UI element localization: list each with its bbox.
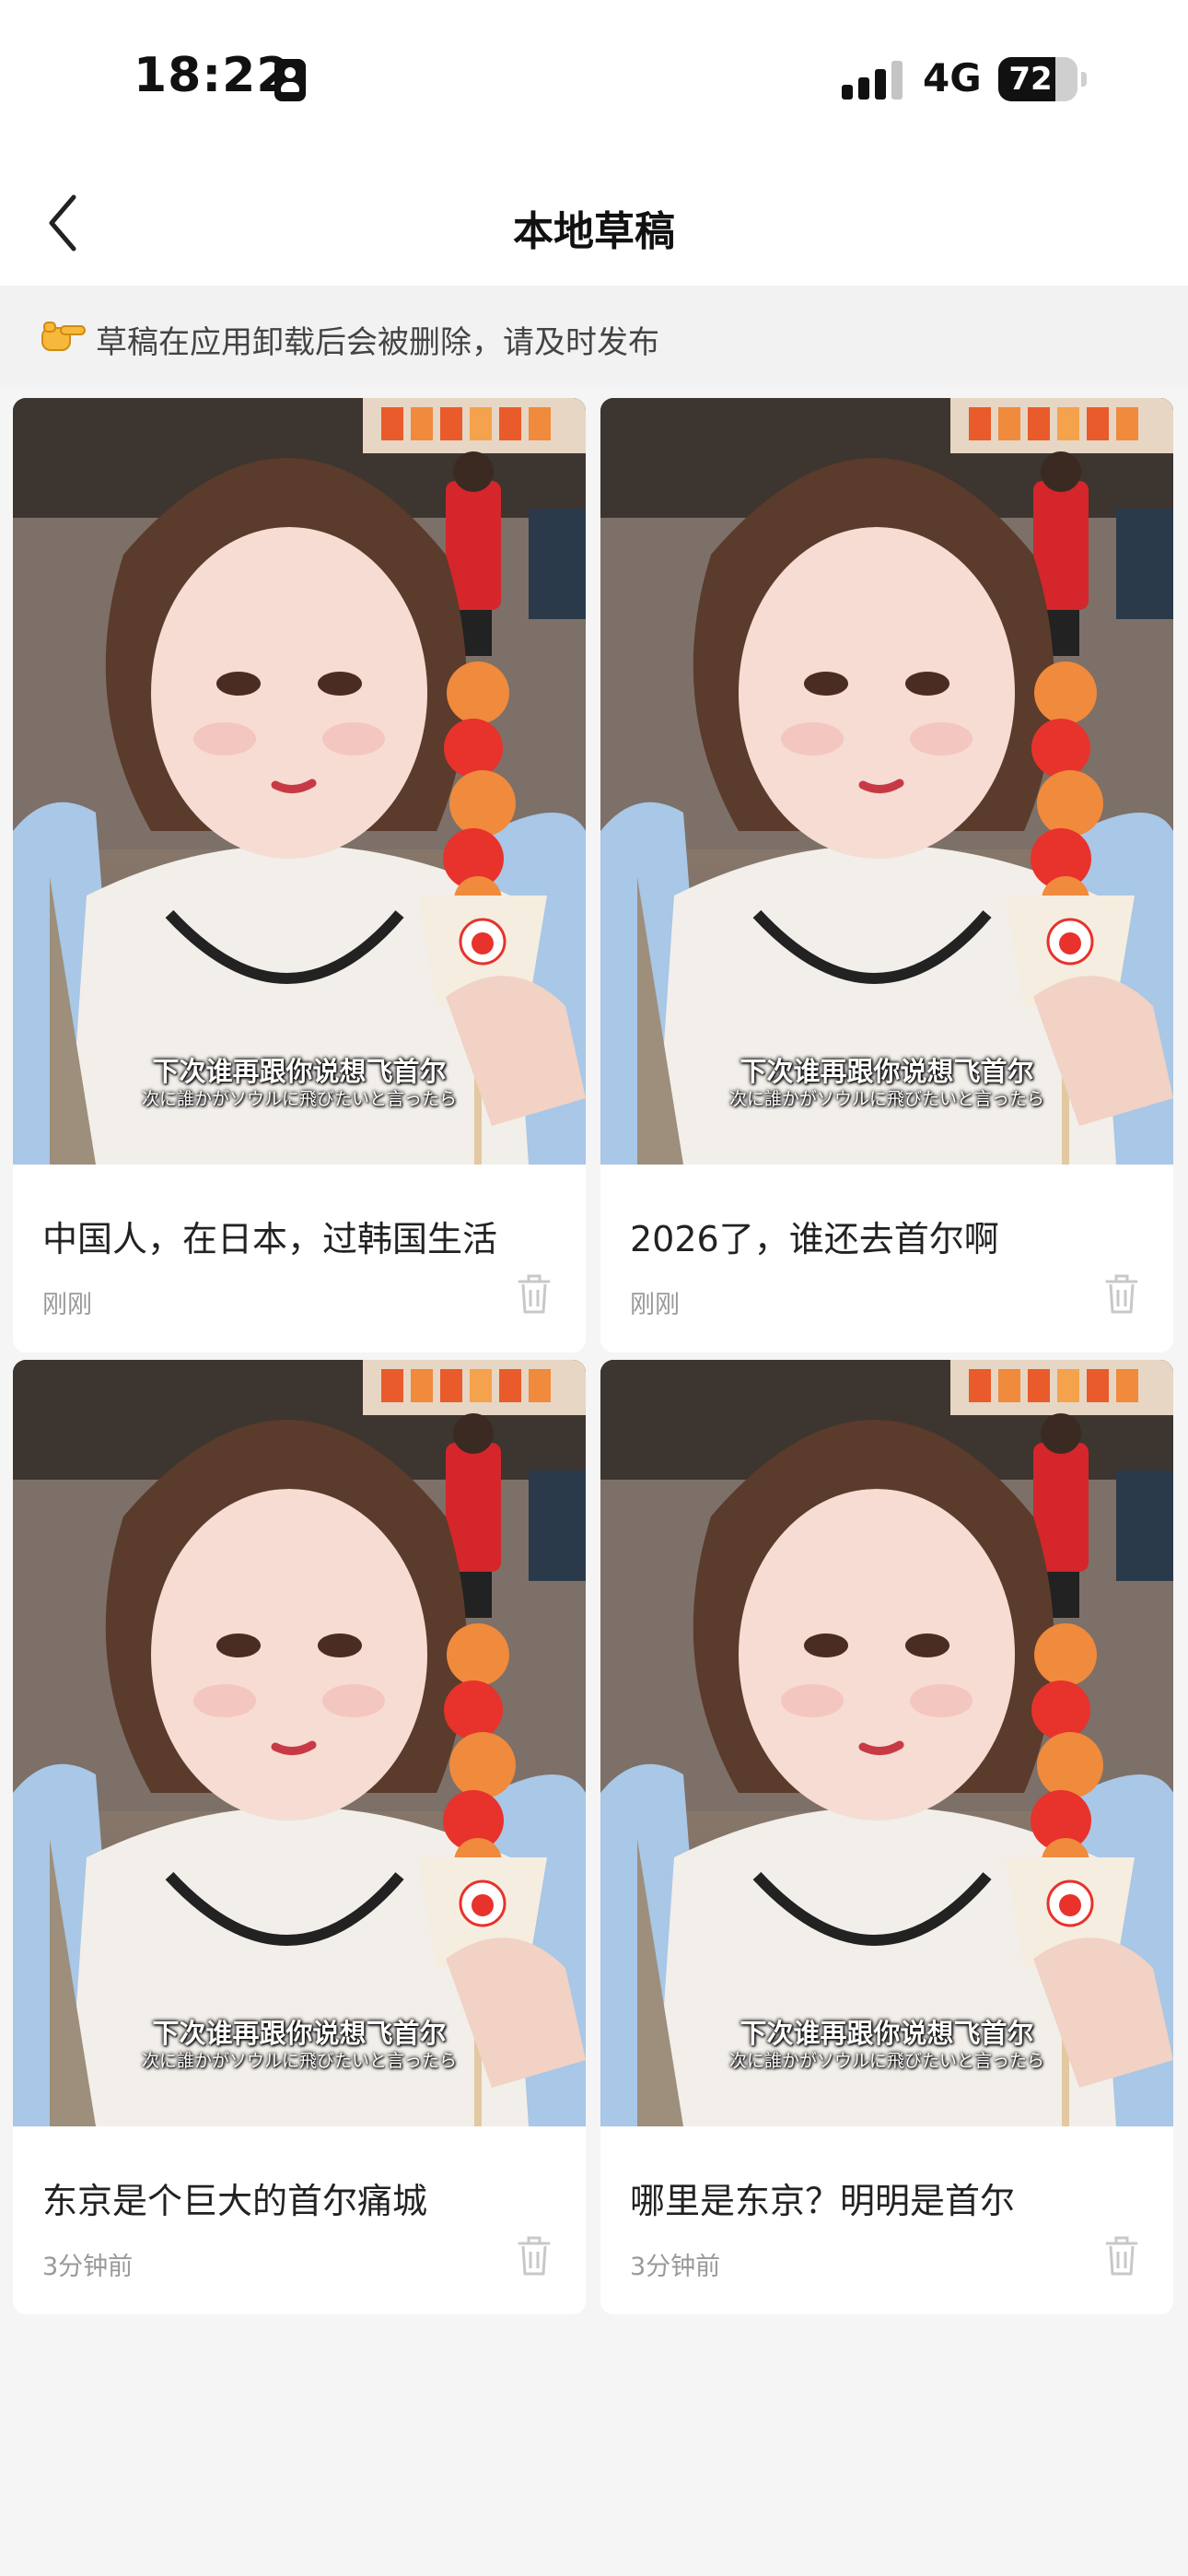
video-caption-jp: 次に誰かがソウルに飛びたいと言ったら	[728, 1089, 1044, 1109]
video-caption-jp: 次に誰かがソウルに飛びたいと言ったら	[141, 1089, 457, 1109]
trash-icon[interactable]	[1103, 1273, 1140, 1316]
draft-title: 东京是个巨大的首尔痛城	[42, 2181, 428, 2221]
video-caption-jp: 次に誰かがソウルに飛びたいと言ったら	[141, 2051, 457, 2071]
trash-icon[interactable]	[1103, 2235, 1140, 2277]
draft-time: 刚刚	[42, 1291, 92, 1319]
trash-icon[interactable]	[516, 1273, 553, 1316]
drafts-grid: 下次谁再跟你说想飞首尔 次に誰かがソウルに飛びたいと言ったら 中国人，在日本，过…	[0, 0, 1188, 2576]
draft-title: 中国人，在日本，过韩国生活	[42, 1219, 498, 1259]
draft-title: 哪里是东京？明明是首尔	[630, 2181, 1016, 2221]
draft-card[interactable]: 下次谁再跟你说想飞首尔 次に誰かがソウルに飛びたいと言ったら 哪里是东京？明明是…	[600, 1360, 1173, 2314]
draft-thumbnail[interactable]: 下次谁再跟你说想飞首尔 次に誰かがソウルに飛びたいと言ったら	[13, 398, 586, 1165]
draft-time: 3分钟前	[630, 2253, 721, 2281]
video-caption-cn: 下次谁再跟你说想飞首尔	[152, 2018, 447, 2049]
draft-time: 刚刚	[630, 1291, 680, 1319]
video-caption-jp: 次に誰かがソウルに飛びたいと言ったら	[728, 2051, 1044, 2071]
draft-time: 3分钟前	[42, 2253, 134, 2281]
draft-thumbnail[interactable]: 下次谁再跟你说想飞首尔 次に誰かがソウルに飛びたいと言ったら	[600, 1360, 1173, 2126]
draft-thumbnail[interactable]: 下次谁再跟你说想飞首尔 次に誰かがソウルに飛びたいと言ったら	[13, 1360, 586, 2126]
draft-card[interactable]: 下次谁再跟你说想飞首尔 次に誰かがソウルに飛びたいと言ったら 东京是个巨大的首尔…	[13, 1360, 586, 2314]
draft-title: 2026了，谁还去首尔啊	[630, 1219, 999, 1259]
video-caption-cn: 下次谁再跟你说想飞首尔	[152, 1056, 447, 1087]
trash-icon[interactable]	[516, 2235, 553, 2277]
draft-card[interactable]: 下次谁再跟你说想飞首尔 次に誰かがソウルに飛びたいと言ったら 中国人，在日本，过…	[13, 398, 586, 1352]
video-caption-cn: 下次谁再跟你说想飞首尔	[740, 1056, 1034, 1087]
draft-card[interactable]: 下次谁再跟你说想飞首尔 次に誰かがソウルに飛びたいと言ったら 2026了，谁还去…	[600, 398, 1173, 1352]
draft-thumbnail[interactable]: 下次谁再跟你说想飞首尔 次に誰かがソウルに飛びたいと言ったら	[600, 398, 1173, 1165]
video-caption-cn: 下次谁再跟你说想飞首尔	[740, 2018, 1034, 2049]
